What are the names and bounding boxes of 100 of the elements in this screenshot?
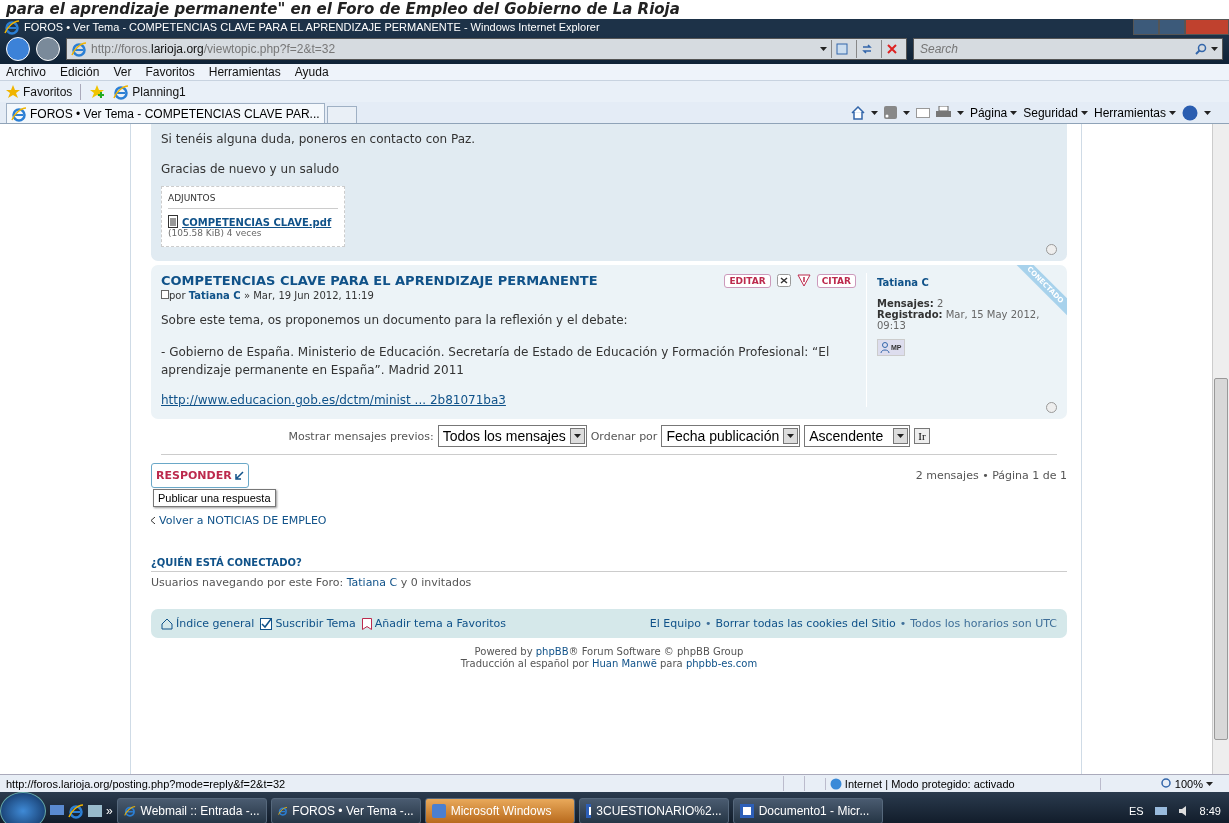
browser-icon — [68, 803, 84, 819]
caret-icon — [1211, 47, 1218, 51]
reply-button[interactable]: RESPONDER — [151, 463, 249, 488]
home-icon[interactable] — [850, 105, 865, 120]
chevron-left-icon — [151, 517, 156, 524]
back-link[interactable]: Volver a NOTICIAS DE EMPLEO — [159, 514, 327, 527]
link[interactable]: phpBB — [535, 646, 569, 657]
desktop-icon[interactable] — [50, 805, 64, 817]
more-button[interactable]: » — [106, 804, 113, 818]
caret-icon — [870, 110, 878, 115]
stop-icon[interactable] — [887, 44, 897, 54]
forward-button[interactable] — [36, 37, 60, 61]
credits-text: ® Forum Software © phpBB Group — [568, 646, 744, 657]
back-to-top-icon[interactable] — [1046, 244, 1057, 255]
favorites-button[interactable]: Favoritos — [6, 84, 73, 99]
menu-item[interactable]: Favoritos — [145, 65, 195, 79]
dropdown[interactable]: Ascendente — [804, 425, 911, 447]
help-icon[interactable] — [1182, 104, 1198, 121]
feed-icon[interactable] — [883, 106, 897, 119]
footer-link[interactable]: Añadir tema a Favoritos — [374, 617, 507, 630]
add-favorite-icon[interactable] — [89, 84, 106, 99]
command-menu[interactable]: Página — [969, 105, 1018, 120]
caret-icon — [820, 47, 827, 51]
command-menu[interactable]: Herramientas — [1093, 105, 1176, 120]
star-icon — [6, 84, 20, 99]
link[interactable]: Tatiana C — [346, 576, 398, 589]
document-icon — [585, 804, 592, 818]
search-icon[interactable] — [1195, 43, 1207, 55]
author-link[interactable]: Tatiana C — [188, 290, 241, 301]
scrollbar[interactable] — [1212, 124, 1229, 774]
credits-text: para — [659, 658, 684, 669]
back-button[interactable] — [6, 37, 30, 61]
go-button[interactable]: Ir — [914, 428, 930, 444]
warning-icon[interactable] — [796, 274, 811, 287]
credits-text: Powered by — [474, 646, 534, 657]
app-icon — [431, 804, 446, 818]
page-icon — [113, 83, 130, 100]
browser-tab[interactable]: FOROS • Ver Tema - COMPETENCIAS CLAVE PAR... — [6, 103, 325, 123]
language-indicator[interactable]: ES — [1128, 805, 1144, 817]
link[interactable]: Huan Manwë — [591, 658, 657, 669]
mail-icon[interactable] — [915, 107, 930, 118]
network-icon[interactable] — [1153, 805, 1168, 817]
favorite-link[interactable]: Planning1 — [113, 83, 186, 100]
menu-item[interactable]: Ayuda — [294, 65, 329, 79]
compat-icon[interactable] — [836, 43, 848, 55]
footer-link[interactable]: Índice general — [176, 617, 255, 630]
checkbox-icon — [260, 617, 273, 630]
caret-icon — [956, 110, 964, 115]
quote-button[interactable]: CITAR — [816, 273, 856, 288]
dropdown[interactable]: Fecha publicación — [661, 425, 801, 447]
dropdown[interactable]: Todos los mensajes — [437, 425, 587, 447]
command-menu[interactable]: Seguridad — [1023, 105, 1088, 120]
attachment-link[interactable]: COMPETENCIAS CLAVE.pdf — [182, 217, 332, 228]
menu-item[interactable]: Archivo — [6, 65, 46, 79]
page-icon — [71, 41, 87, 57]
footer-text: • — [899, 617, 907, 630]
edit-button[interactable]: EDITAR — [724, 273, 771, 288]
printer-icon[interactable] — [935, 106, 951, 119]
section-heading: ¿QUIÉN ESTÁ CONECTADO? — [151, 557, 1067, 572]
profile-stat: Registrado: Mar, 15 May 2012, 09:13 — [877, 309, 1041, 331]
refresh-icon[interactable] — [861, 43, 873, 55]
menu-item[interactable]: Herramientas — [208, 65, 281, 79]
home-icon — [161, 617, 173, 630]
caret-icon — [902, 110, 910, 115]
tooltip: Publicar una respuesta — [153, 489, 276, 507]
post-icon — [161, 290, 169, 299]
online-users-text: Usuarios navegando por este Foro: — [151, 576, 345, 589]
search-field[interactable]: Search — [913, 38, 1223, 60]
zoom-icon — [1160, 778, 1172, 789]
caret-icon — [897, 434, 905, 438]
taskbar-button[interactable]: FOROS • Ver Tema -... — [270, 798, 421, 823]
bookmark-icon — [361, 617, 372, 630]
delete-icon[interactable] — [776, 274, 791, 287]
address-field[interactable]: http://foros.larioja.org/viewtopic.php?f=2&t=32 — [66, 38, 907, 60]
caret-icon — [787, 434, 795, 438]
taskbar-button[interactable]: 3CUESTIONARIO%2... — [578, 798, 729, 823]
menu-item[interactable]: Ver — [113, 65, 132, 79]
back-to-top-icon[interactable] — [1046, 402, 1057, 413]
zoom-control[interactable]: 100% — [1099, 777, 1229, 790]
clock: 8:49 — [1199, 805, 1221, 817]
credits-text: Traducción al español por — [460, 658, 590, 669]
footer-link[interactable]: Suscribir Tema — [275, 617, 356, 630]
taskbar-button[interactable]: Documento1 - Micr... — [732, 798, 883, 823]
status-url: http://foros.larioja.org/posting.php?mode=reply&f=2&t=32 — [5, 777, 287, 790]
arrow-icon — [234, 471, 244, 480]
caret-icon — [1204, 110, 1211, 115]
taskbar-button[interactable]: Webmail :: Entrada -... — [116, 798, 267, 823]
search-input[interactable]: Search — [918, 41, 1191, 57]
security-zone: Internet | Modo protegido: activado — [824, 777, 1100, 790]
page-icon — [11, 105, 27, 122]
link[interactable]: phpbb-es.com — [685, 658, 758, 669]
start-button[interactable] — [0, 792, 46, 823]
profile-stat: Mensajes: 2 — [877, 298, 945, 309]
post-author-line: por Tatiana C » Mar, 19 Jun 2012, 11:19 — [161, 290, 856, 301]
footer-link[interactable]: Borrar todas las cookies del Sitio — [715, 617, 896, 630]
menu-item[interactable]: Edición — [60, 65, 100, 79]
post-link[interactable]: http://www.educacion.gob.es/dctm/minist ... 2b81071ba3 — [161, 393, 506, 407]
footer-link[interactable]: El Equipo — [649, 617, 701, 630]
footer-text: Todos los horarios son UTC — [910, 617, 1057, 630]
online-users-text: y 0 invitados — [399, 576, 472, 589]
